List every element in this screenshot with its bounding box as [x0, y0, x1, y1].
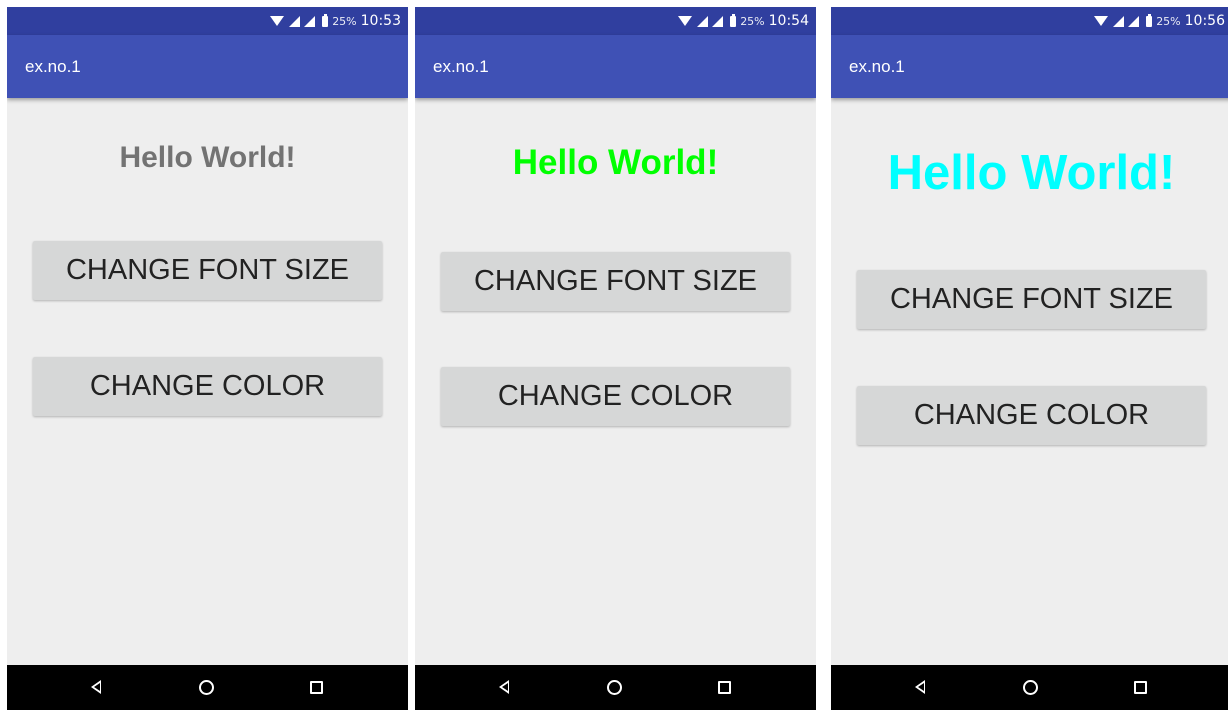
battery-icon — [730, 13, 737, 27]
navigation-bar — [831, 665, 1228, 710]
phone-screen-3: 25% 10:56 ex.no.1 Hello World! CHANGE FO… — [831, 7, 1228, 710]
hello-text: Hello World! — [512, 143, 719, 182]
signal-icon — [289, 15, 301, 27]
battery-percent: 25% — [332, 14, 357, 28]
home-icon[interactable] — [607, 680, 622, 695]
signal-icon — [304, 15, 316, 27]
change-color-button[interactable]: CHANGE COLOR — [441, 367, 790, 426]
signal-icon — [712, 15, 724, 27]
battery-icon — [322, 13, 329, 27]
app-bar: ex.no.1 — [415, 35, 816, 98]
change-color-button[interactable]: CHANGE COLOR — [33, 357, 382, 416]
signal-icon — [697, 15, 709, 27]
status-bar: 25% 10:56 — [831, 7, 1228, 35]
recents-icon[interactable] — [718, 681, 731, 694]
signal-icon — [1128, 15, 1140, 27]
back-icon[interactable] — [91, 680, 101, 694]
hello-text: Hello World! — [119, 141, 296, 174]
back-icon[interactable] — [915, 680, 925, 694]
battery-icon — [1146, 13, 1153, 27]
recents-icon[interactable] — [1134, 681, 1147, 694]
back-icon[interactable] — [499, 680, 509, 694]
change-font-size-button[interactable]: CHANGE FONT SIZE — [33, 241, 382, 300]
clock: 10:56 — [1184, 13, 1225, 29]
navigation-bar — [415, 665, 816, 710]
home-icon[interactable] — [1023, 680, 1038, 695]
wifi-icon — [1094, 16, 1109, 26]
phone-screen-2: 25% 10:54 ex.no.1 Hello World! CHANGE FO… — [415, 7, 816, 710]
app-title: ex.no.1 — [25, 57, 81, 76]
clock: 10:54 — [768, 13, 809, 29]
wifi-icon — [270, 16, 285, 26]
phone-screen-1: 25% 10:53 ex.no.1 Hello World! CHANGE FO… — [7, 7, 408, 710]
app-bar: ex.no.1 — [831, 35, 1228, 98]
change-color-button[interactable]: CHANGE COLOR — [857, 386, 1206, 445]
change-font-size-button[interactable]: CHANGE FONT SIZE — [441, 252, 790, 311]
battery-percent: 25% — [1156, 14, 1181, 28]
status-bar: 25% 10:53 — [7, 7, 408, 35]
app-bar: ex.no.1 — [7, 35, 408, 98]
app-title: ex.no.1 — [849, 57, 905, 76]
hello-text: Hello World! — [887, 146, 1176, 200]
change-font-size-button[interactable]: CHANGE FONT SIZE — [857, 270, 1206, 329]
recents-icon[interactable] — [310, 681, 323, 694]
signal-icon — [1113, 15, 1125, 27]
app-title: ex.no.1 — [433, 57, 489, 76]
navigation-bar — [7, 665, 408, 710]
wifi-icon — [678, 16, 693, 26]
home-icon[interactable] — [199, 680, 214, 695]
clock: 10:53 — [360, 13, 401, 29]
status-bar: 25% 10:54 — [415, 7, 816, 35]
battery-percent: 25% — [740, 14, 765, 28]
